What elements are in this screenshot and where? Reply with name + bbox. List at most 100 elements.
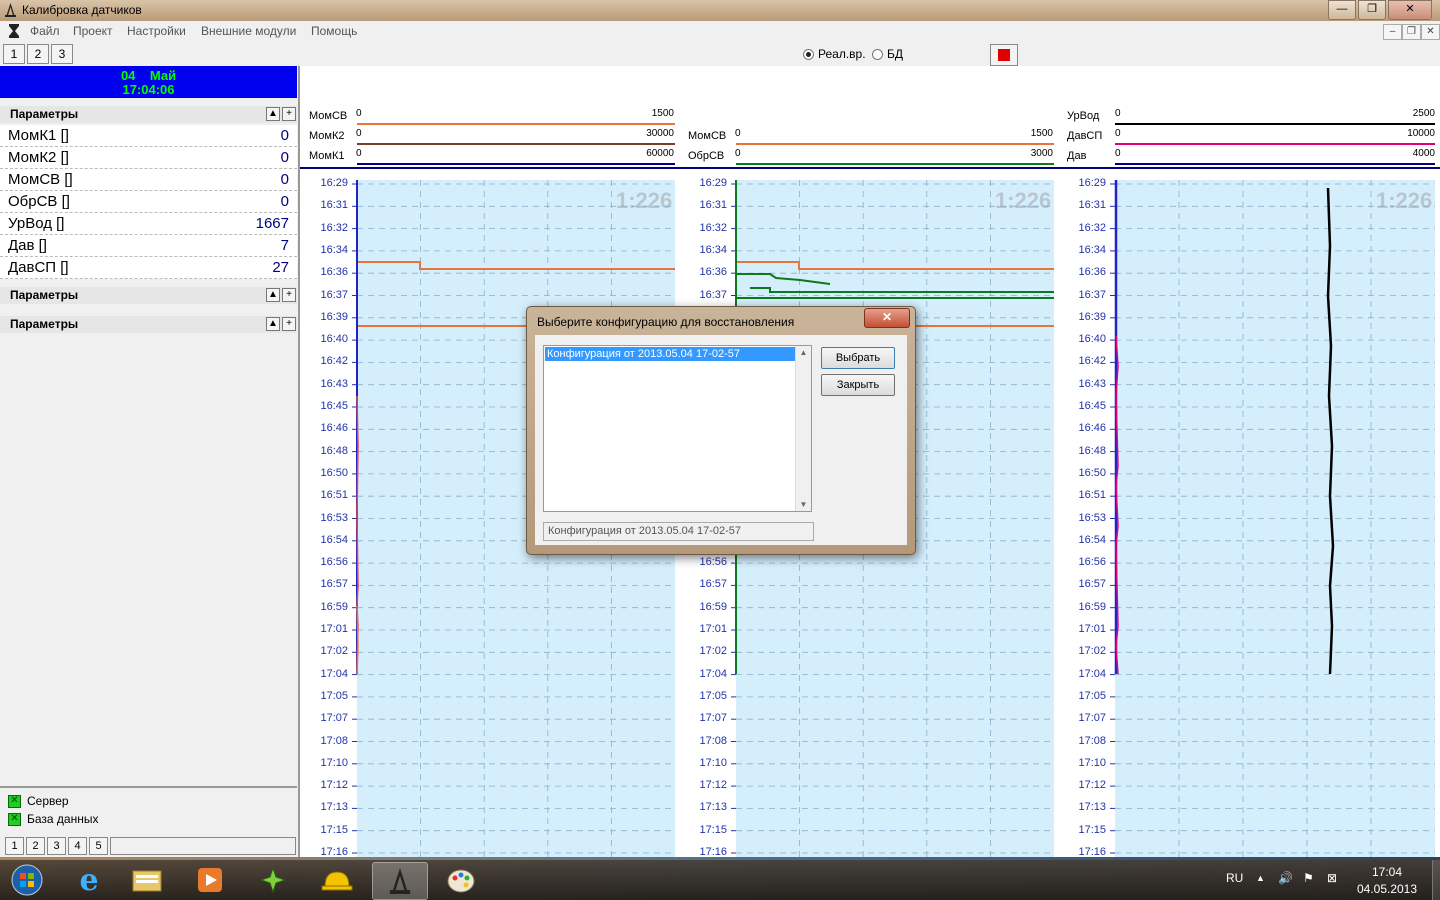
volume-icon[interactable]: 🔊 — [1278, 871, 1293, 885]
trace-ur-vod — [1326, 187, 1335, 675]
time-axis-label: 17:15 — [1078, 823, 1106, 836]
date-time-display: 04 Май 17:04:06 — [0, 66, 297, 98]
window-title-bar: Калибровка датчиков — ❐ ✕ — [0, 0, 1440, 21]
start-orb-icon[interactable] — [0, 862, 54, 898]
action-center-icon[interactable]: ⚑ — [1303, 871, 1314, 885]
time-axis-label: 17:02 — [699, 645, 727, 658]
close-button[interactable]: ✕ — [1388, 0, 1432, 20]
menu-project[interactable]: Проект — [73, 24, 113, 38]
realtime-radio[interactable]: Реал.вр. — [803, 47, 866, 61]
dialog-title: Выберите конфигурацию для восстановления — [537, 315, 795, 329]
time-axis-label: 17:01 — [1078, 623, 1106, 635]
toolbar: 1 2 3 Реал.вр. БД — [0, 42, 1440, 68]
tray-expand-icon[interactable]: ▲ — [1256, 873, 1265, 883]
trace-orange — [356, 605, 359, 675]
time-axis-label: 16:56 — [1078, 556, 1106, 569]
minimize-button[interactable]: — — [1328, 0, 1356, 20]
dialog-close-button[interactable]: ✕ — [864, 308, 910, 328]
paint-icon[interactable] — [434, 862, 488, 898]
param-name: МомК2 [] — [8, 149, 69, 166]
drilling-rig-icon — [5, 3, 16, 17]
param-row[interactable]: Дав [] 7 — [0, 235, 297, 257]
file-explorer-icon[interactable] — [120, 862, 174, 898]
param-row[interactable]: ДавСП [] 27 — [0, 257, 297, 279]
config-listbox[interactable]: Конфигурация от 2013.05.04 17-02-57 ▲ ▼ — [543, 345, 812, 512]
time-axis-label: 17:04 — [1078, 667, 1106, 680]
param-row[interactable]: МомК2 [] 0 — [0, 147, 297, 169]
internet-explorer-icon[interactable]: e — [62, 862, 116, 898]
collapse-up-icon[interactable]: ▲ — [266, 288, 280, 302]
time-axis-label: 16:36 — [320, 266, 348, 279]
current-time: 17:04:06 — [122, 82, 175, 97]
time-axis-label: 17:12 — [1078, 779, 1106, 792]
time-axis-label: 16:36 — [699, 266, 727, 279]
status-ok-icon: ✕ — [8, 812, 21, 826]
listbox-scrollbar[interactable]: ▲ ▼ — [795, 346, 811, 511]
time-axis-label: 16:31 — [320, 199, 348, 212]
divider — [0, 786, 297, 788]
scroll-up-icon[interactable]: ▲ — [796, 348, 811, 357]
maximize-button[interactable]: ❐ — [1358, 0, 1386, 20]
select-button[interactable]: Выбрать — [821, 347, 895, 369]
bottom-tab-4[interactable]: 4 — [68, 837, 87, 855]
tool-app-icon[interactable] — [246, 862, 300, 898]
taskbar: e RU ▲ 🔊 ⚑ ⊠ 17:04 04.05.2013 — [0, 860, 1440, 900]
menu-help[interactable]: Помощь — [311, 24, 357, 38]
media-player-icon[interactable] — [183, 862, 237, 898]
time-axis-label: 16:29 — [320, 177, 348, 189]
view-tab-2[interactable]: 2 — [27, 44, 49, 64]
time-axis-label: 16:57 — [1078, 578, 1106, 591]
time-axis-label: 16:56 — [699, 556, 727, 569]
config-list-item[interactable]: Конфигурация от 2013.05.04 17-02-57 — [545, 347, 795, 361]
current-date: 04 Май — [120, 68, 177, 83]
tab-strip-filler — [110, 837, 296, 855]
language-indicator[interactable]: RU — [1226, 871, 1243, 885]
bottom-tab-3[interactable]: 3 — [47, 837, 66, 855]
param-row[interactable]: ОбрСВ [] 0 — [0, 191, 297, 213]
network-icon[interactable]: ⊠ — [1327, 871, 1337, 885]
bottom-tab-1[interactable]: 1 — [5, 837, 24, 855]
clock[interactable]: 17:04 04.05.2013 — [1356, 865, 1418, 896]
param-name: Дав [] — [8, 237, 47, 254]
time-axis-label: 16:46 — [320, 422, 348, 435]
bottom-tab-5[interactable]: 5 — [89, 837, 108, 855]
time-axis-label: 16:43 — [320, 377, 348, 390]
add-plus-icon[interactable]: + — [282, 317, 296, 331]
database-status-label: База данных — [27, 812, 99, 826]
param-row[interactable]: МомСВ [] 0 — [0, 169, 297, 191]
drilling-rig-icon[interactable] — [372, 862, 428, 900]
time-axis-label: 16:37 — [320, 288, 348, 301]
param-row[interactable]: МомК1 [] 0 — [0, 125, 297, 147]
time-axis-label: 17:13 — [1078, 801, 1106, 814]
time-axis-label: 16:51 — [1078, 489, 1106, 502]
time-axis-label: 16:45 — [320, 400, 348, 412]
bottom-tab-2[interactable]: 2 — [26, 837, 45, 855]
time-axis-label: 17:02 — [320, 645, 348, 658]
view-tab-3[interactable]: 3 — [51, 44, 73, 64]
view-tab-1[interactable]: 1 — [3, 44, 25, 64]
add-plus-icon[interactable]: + — [282, 288, 296, 302]
stop-square-icon — [998, 49, 1010, 61]
hardhat-app-icon[interactable] — [310, 862, 364, 898]
menu-settings[interactable]: Настройки — [127, 24, 186, 38]
bottom-tab-strip: 1 2 3 4 5 — [0, 836, 296, 855]
scroll-down-icon[interactable]: ▼ — [796, 500, 811, 509]
realtime-radio-label: Реал.вр. — [818, 47, 866, 61]
close-dialog-button[interactable]: Закрыть — [821, 374, 895, 396]
add-plus-icon[interactable]: + — [282, 107, 296, 121]
param-row[interactable]: УрВод [] 1667 — [0, 213, 297, 235]
mdi-restore-button[interactable]: ❐ — [1402, 24, 1421, 40]
collapse-up-icon[interactable]: ▲ — [266, 107, 280, 121]
menu-external-modules[interactable]: Внешние модули — [201, 24, 296, 38]
menu-file[interactable]: Файл — [30, 24, 60, 38]
time-axis-label: 16:56 — [320, 556, 348, 569]
time-axis-label: 17:07 — [699, 712, 727, 725]
mdi-minimize-button[interactable]: – — [1383, 24, 1402, 40]
param-name: УрВод [] — [8, 215, 65, 232]
stop-button[interactable] — [990, 44, 1018, 66]
database-radio[interactable]: БД — [872, 47, 903, 61]
collapse-up-icon[interactable]: ▲ — [266, 317, 280, 331]
mdi-close-button[interactable]: ✕ — [1421, 24, 1440, 40]
menu-bar: Файл Проект Настройки Внешние модули Пом… — [0, 21, 1440, 43]
show-desktop-button[interactable] — [1432, 860, 1440, 900]
